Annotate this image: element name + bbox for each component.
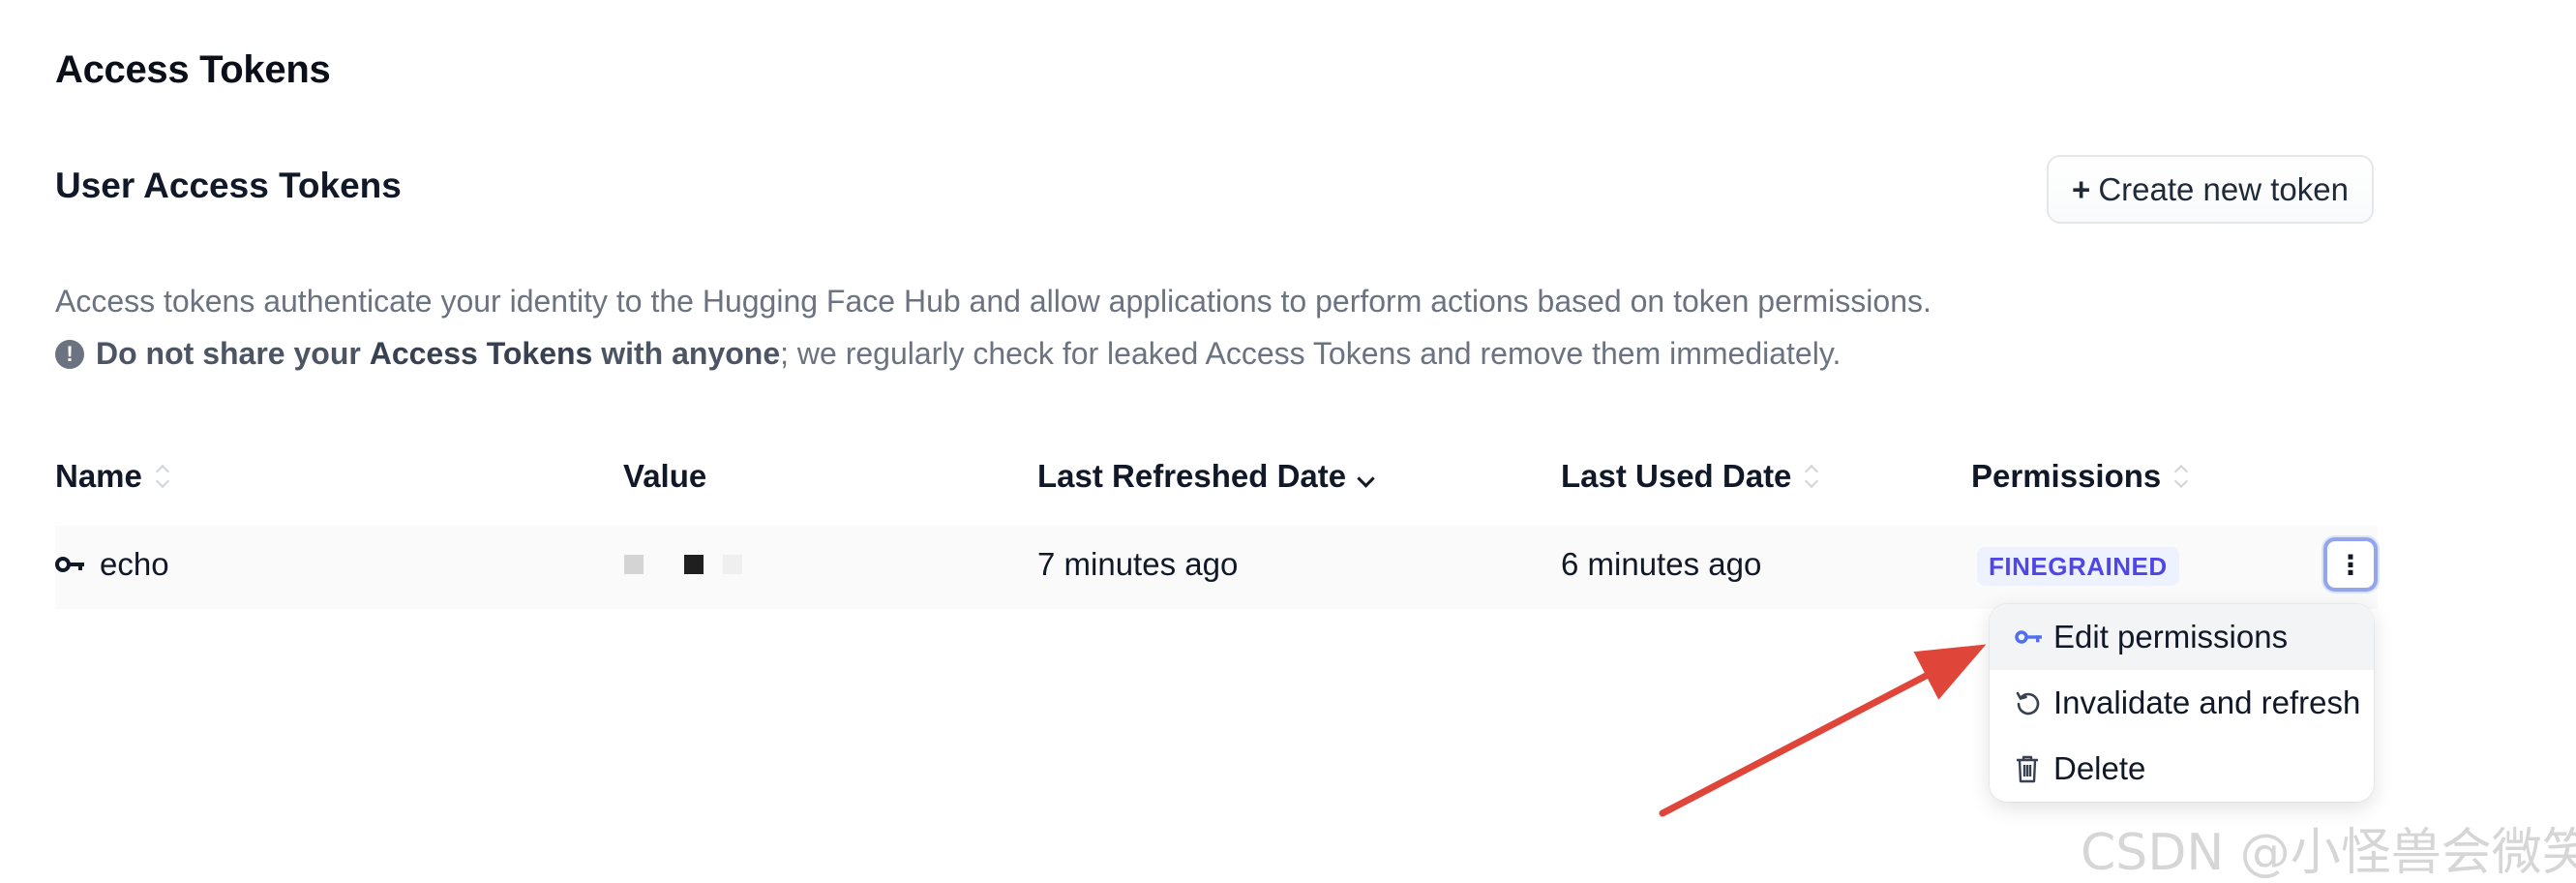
annotation-arrow (1659, 644, 1987, 817)
watermark: CSDN @小怪兽会微笑 (2081, 824, 2576, 882)
access-tokens-page: Access Tokens User Access Tokens + Creat… (0, 0, 2576, 883)
